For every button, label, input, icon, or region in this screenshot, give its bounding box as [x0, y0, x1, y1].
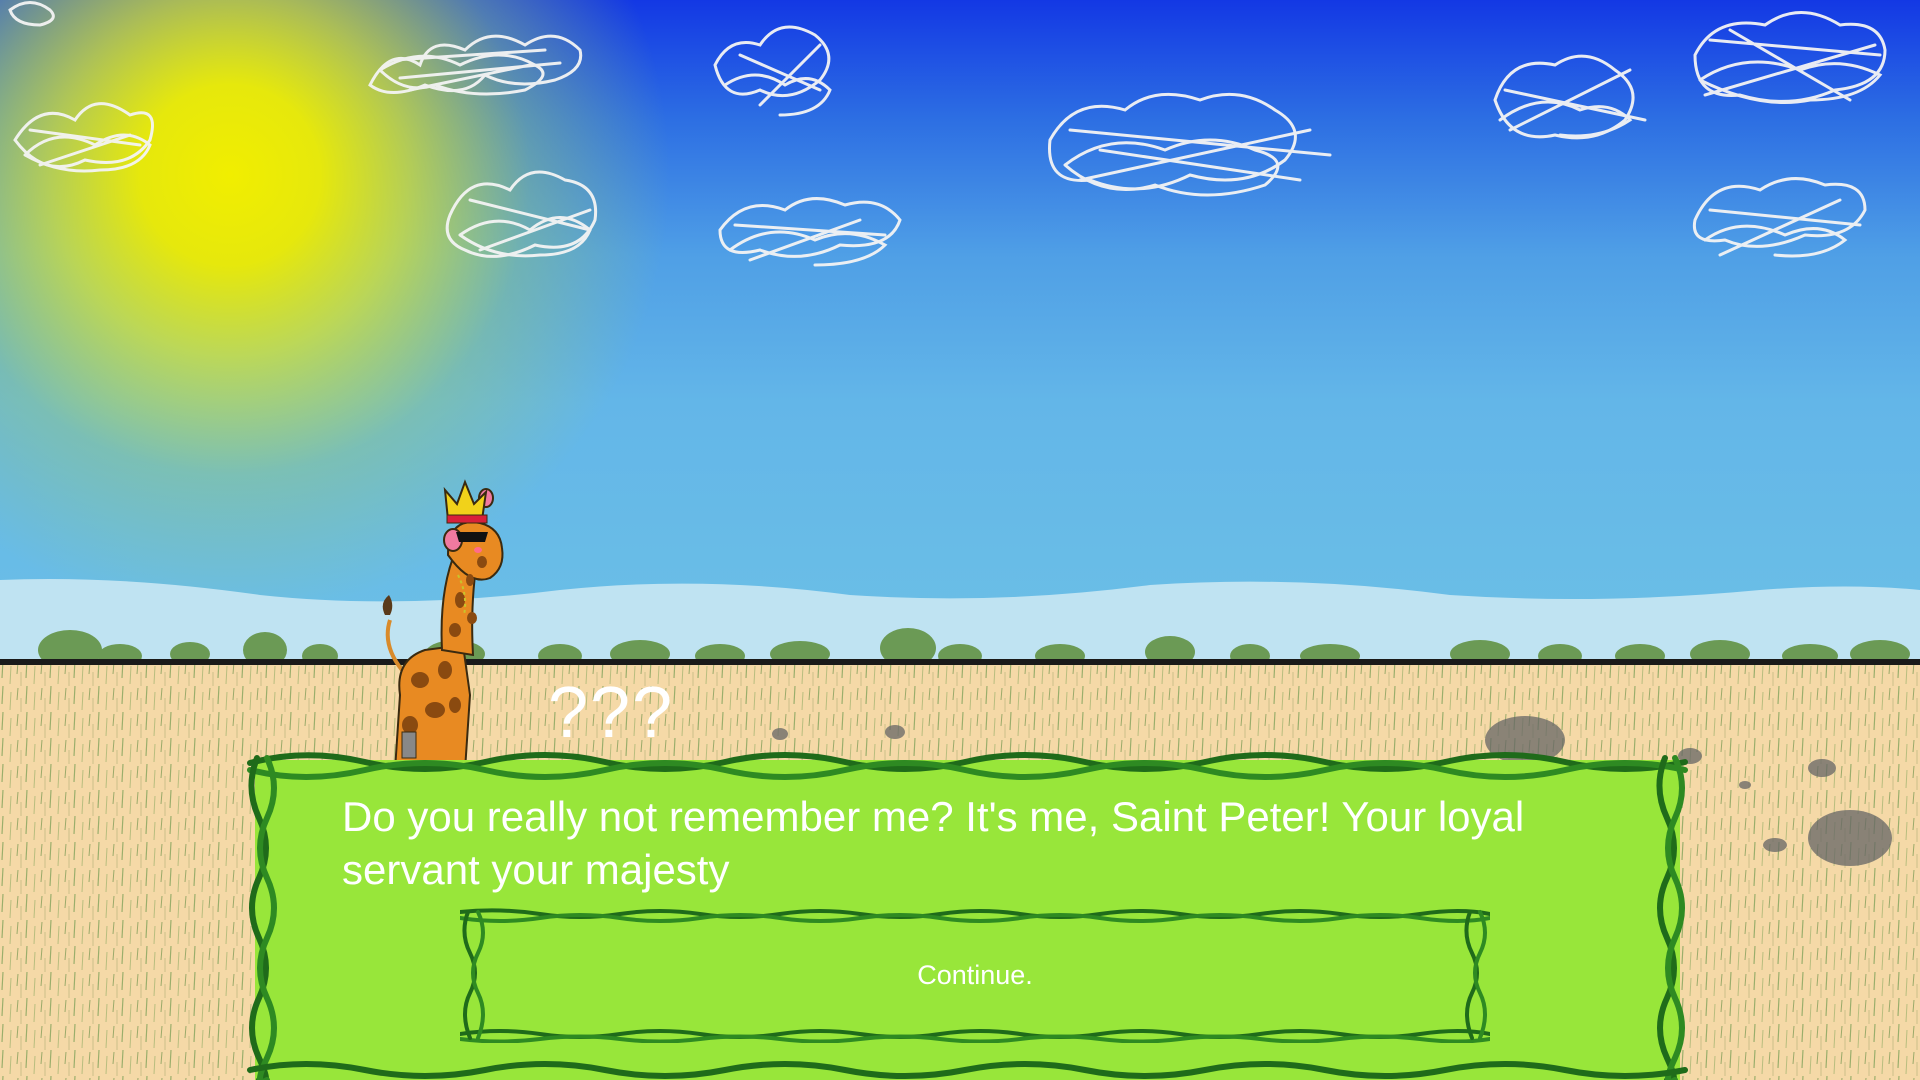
speaker-name: ??? [548, 673, 675, 753]
cloud [713, 25, 832, 117]
cloud [1493, 54, 1647, 140]
continue-label: Continue. [917, 960, 1033, 990]
horizon-line [0, 659, 1920, 665]
game-scene: ??? Do you really not remember me? It's … [0, 0, 1920, 1080]
cloud [8, 1, 55, 27]
cloud [1693, 11, 1887, 104]
dialogue-text: Do you really not remember me? It's me, … [342, 793, 1525, 893]
cloud [368, 34, 583, 96]
cloud [1692, 177, 1867, 258]
cloud [13, 102, 154, 173]
scribble-clouds [8, 1, 1887, 267]
giraffe-king-character [382, 479, 504, 770]
cloud [445, 170, 598, 258]
cloud [718, 197, 902, 267]
cloud [1048, 92, 1332, 197]
continue-button[interactable]: Continue. [460, 908, 1490, 1043]
